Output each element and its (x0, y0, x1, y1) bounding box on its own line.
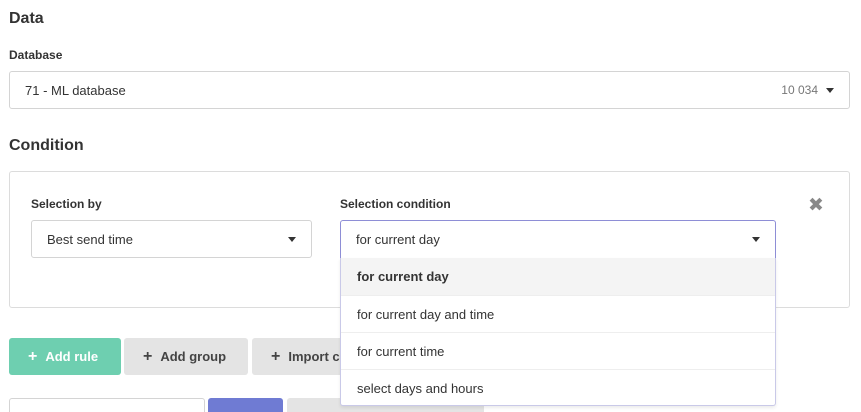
add-group-label: Add group (160, 349, 227, 364)
selection-condition-value: for current day (356, 232, 440, 247)
dropdown-option[interactable]: select days and hours (341, 369, 775, 406)
dropdown-option[interactable]: for current day and time (341, 295, 775, 332)
database-count: 10 034 (781, 83, 818, 97)
selection-condition-select[interactable]: for current day (340, 220, 776, 258)
add-group-button[interactable]: + Add group (124, 338, 248, 375)
selection-condition-dropdown: for current day for current day and time… (340, 258, 776, 406)
import-label: Import c (288, 349, 340, 364)
plus-icon: + (271, 347, 281, 365)
add-rule-label: Add rule (45, 349, 99, 364)
remove-rule-icon[interactable]: ✖ (806, 196, 826, 216)
bottom-primary-button[interactable] (208, 398, 283, 412)
dropdown-option[interactable]: for current day (341, 258, 775, 295)
database-value: 71 - ML database (25, 82, 126, 98)
add-rule-button[interactable]: + Add rule (9, 338, 121, 375)
database-select[interactable]: 71 - ML database 10 034 (9, 71, 850, 109)
plus-icon: + (143, 347, 153, 365)
chevron-down-icon (288, 236, 296, 242)
chevron-down-icon (752, 237, 760, 242)
selection-by-value: Best send time (47, 231, 133, 247)
database-label: Database (9, 48, 63, 62)
data-section-title: Data (9, 10, 44, 27)
selection-by-label: Selection by (31, 197, 102, 211)
chevron-down-icon (826, 87, 834, 93)
condition-section-title: Condition (9, 137, 84, 154)
dropdown-option[interactable]: for current time (341, 332, 775, 369)
selection-by-select[interactable]: Best send time (31, 220, 312, 258)
import-button[interactable]: + Import c (252, 338, 352, 375)
bottom-input-field[interactable] (9, 398, 205, 412)
plus-icon: + (28, 347, 38, 365)
selection-condition-label: Selection condition (340, 197, 451, 211)
